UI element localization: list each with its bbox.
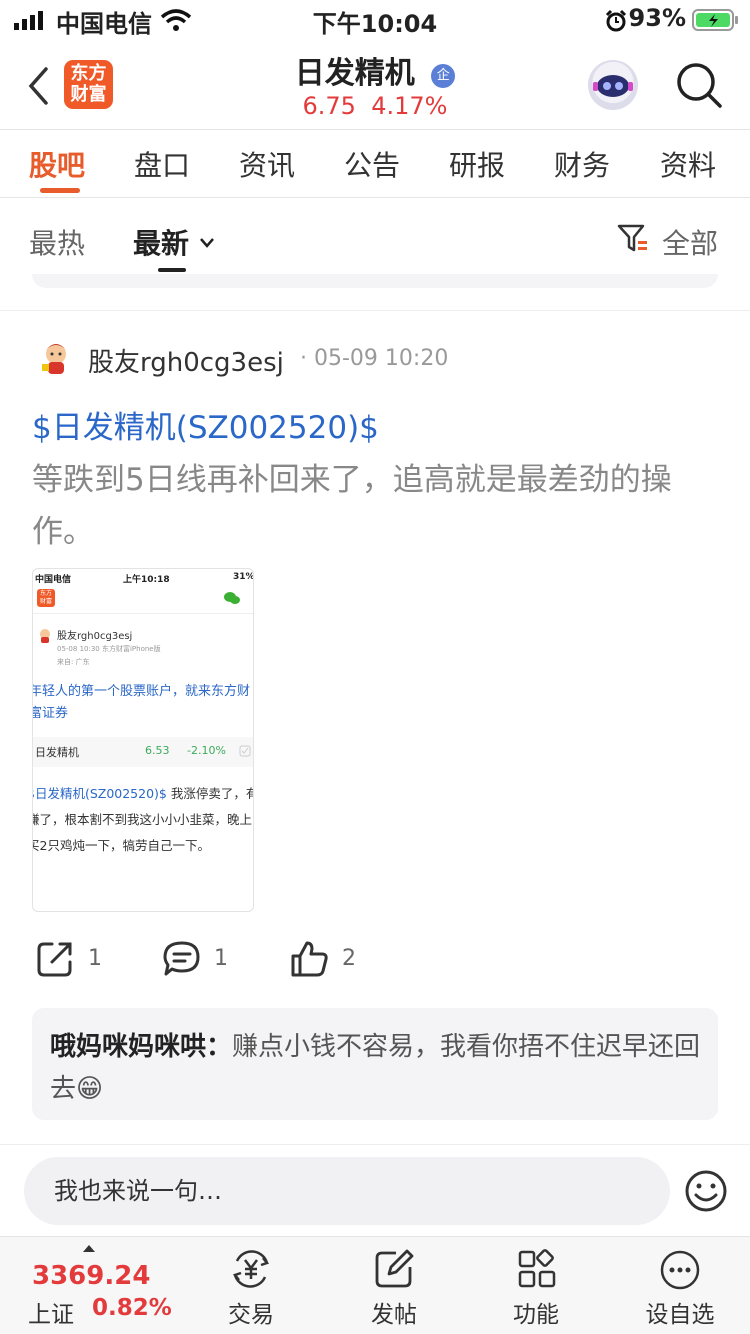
comment-bar: 我也来说一句… — [0, 1144, 750, 1236]
sort-latest[interactable]: 最新 — [133, 222, 215, 262]
section-tabs: 股吧 盘口 资讯 公告 研报 财务 资料 — [0, 130, 750, 198]
thumbs-up-icon — [291, 941, 328, 977]
nav-functions-label: 功能 — [513, 1302, 559, 1328]
sort-latest-label: 最新 — [133, 227, 190, 260]
wechat-icon — [224, 592, 240, 604]
tab-finance[interactable]: 财务 — [554, 144, 610, 184]
search-icon[interactable] — [676, 62, 722, 108]
thumb-app-logo: 东方 财富 — [37, 589, 55, 607]
thumb-username: 股友rgh0cg3esj — [57, 631, 133, 642]
thumb-stock-name: 日发精机 — [35, 746, 79, 759]
share-count: 1 — [88, 946, 102, 971]
thumb-check-icon — [239, 745, 251, 757]
stock-change: 4.17% — [371, 92, 448, 120]
post-stock-tag[interactable]: $日发精机(SZ002520)$ — [32, 402, 379, 447]
post-body: 等跌到5日线再补回来了，追高就是最差劲的操作。 — [32, 462, 672, 550]
nav-watchlist-label: 设自选 — [645, 1302, 715, 1328]
enterprise-badge-icon: 企 — [431, 64, 456, 88]
previous-card-edge — [32, 274, 718, 288]
chevron-down-icon — [199, 238, 214, 248]
thumb-meta-location: 来自: 广东 — [57, 658, 90, 666]
thumb-divider — [33, 613, 253, 614]
thumb-user-avatar — [40, 629, 50, 643]
emoji-icon[interactable] — [684, 1169, 728, 1213]
post-time-value: 05-09 10:20 — [314, 346, 449, 371]
status-bar: 中国电信 下午10:04 93% — [0, 0, 750, 40]
index-name: 上证 — [28, 1302, 74, 1328]
user-avatar[interactable] — [38, 340, 74, 376]
comment-input[interactable]: 我也来说一句… — [24, 1157, 670, 1225]
stock-name: 日发精机 — [294, 56, 415, 91]
index-change: 0.82% — [92, 1295, 172, 1321]
assistant-robot-icon[interactable] — [588, 60, 638, 110]
index-value: 3369.24 — [32, 1261, 151, 1291]
share-icon — [37, 942, 72, 977]
thumb-carrier: 中国电信 — [35, 575, 72, 585]
nav-post-label: 发帖 — [371, 1302, 417, 1328]
thumb-logo-bottom: 财富 — [39, 598, 52, 605]
divider — [0, 310, 750, 311]
more-dots-icon — [660, 1250, 700, 1290]
thumb-meta-time: 05-08 10:30 东方财富iPhone版 — [57, 645, 161, 653]
trade-yen-icon — [232, 1250, 270, 1288]
comment-icon — [163, 941, 200, 976]
reply-content: 哦妈咪妈咪哄：赚点小钱不容易，我看你捂不住迟早还回去😁 — [50, 1026, 705, 1110]
compose-icon — [375, 1249, 414, 1288]
like-count: 2 — [342, 946, 356, 971]
tab-news[interactable]: 资讯 — [239, 144, 295, 184]
thumb-stock-change: -2.10% — [187, 744, 226, 757]
alarm-icon — [605, 9, 627, 32]
like-button[interactable]: 2 — [290, 940, 356, 980]
comment-count: 1 — [214, 946, 228, 971]
active-tab-indicator — [40, 188, 80, 193]
battery-percent: 93% — [628, 4, 686, 32]
post-image[interactable]: 中国电信 上午10:18 31% 东方 财富 股友rgh0cg3esj 05-0… — [32, 568, 254, 912]
tab-pankou[interactable]: 盘口 — [134, 144, 190, 184]
sort-indicator — [158, 268, 186, 272]
thumb-stock-price: 6.53 — [145, 744, 170, 757]
hot-reply[interactable]: 哦妈咪妈咪哄：赚点小钱不容易，我看你捂不住迟早还回去😁 — [32, 1008, 718, 1120]
battery-icon — [692, 9, 738, 31]
thumb-time: 上午10:18 — [123, 575, 170, 585]
reply-author[interactable]: 哦妈咪妈咪哄： — [50, 1032, 232, 1062]
post-time: · 05-09 10:20 — [300, 346, 449, 371]
tab-profile[interactable]: 资料 — [660, 144, 716, 184]
filter-all[interactable]: 全部 — [662, 222, 718, 262]
caret-up-icon — [83, 1245, 95, 1252]
thumb-battery: 31% — [233, 572, 254, 582]
comment-button[interactable]: 1 — [162, 940, 228, 980]
thumb-logo-top: 东方 — [39, 590, 52, 597]
thumb-meta: 05-08 10:30 东方财富iPhone版 来自: 广东 — [57, 643, 161, 669]
sort-hot[interactable]: 最热 — [29, 222, 85, 262]
tab-guba[interactable]: 股吧 — [29, 144, 85, 184]
share-button[interactable]: 1 — [36, 940, 102, 980]
thumb-stock-row: 日发精机 6.53 -2.10% — [33, 737, 253, 767]
tab-announcements[interactable]: 公告 — [344, 144, 400, 184]
filter-icon[interactable] — [616, 222, 648, 254]
post-username[interactable]: 股友rgh0cg3esj — [88, 342, 284, 379]
nav-trade-label: 交易 — [228, 1302, 274, 1328]
badge-text: 企 — [436, 68, 450, 83]
stock-price: 6.75 — [302, 92, 356, 120]
tab-research[interactable]: 研报 — [449, 144, 505, 184]
bottom-nav: 3369.24 上证 0.82% 交易 发帖 功能 设自选 — [0, 1236, 750, 1334]
grin-emoji-icon: 😁 — [76, 1074, 104, 1104]
thumb-body-tag: $日发精机(SZ002520)$ — [32, 786, 167, 801]
thumb-body: $日发精机(SZ002520)$ 我涨停卖了，有赚了，根本割不到我这小小小韭菜，… — [32, 781, 253, 859]
stock-header: 东方 财富 日发精机 企 6.75 4.17% — [0, 42, 750, 130]
thumb-ad-text: 年轻人的第一个股票账户，就来东方财富证券 — [32, 684, 251, 721]
grid-apps-icon — [518, 1249, 556, 1288]
